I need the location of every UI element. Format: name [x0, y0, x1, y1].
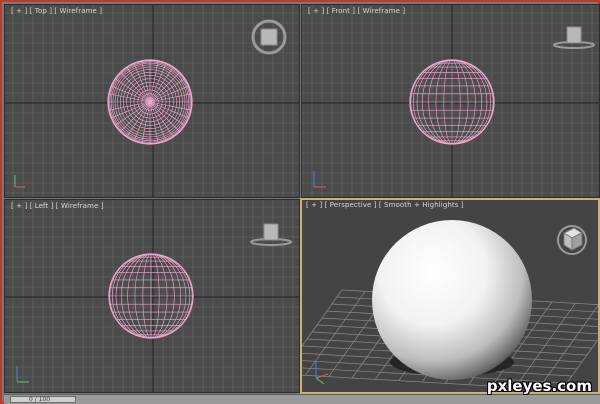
- viewcube-top[interactable]: [251, 19, 287, 55]
- axis-gizmo-icon: [313, 171, 326, 188]
- viewport-perspective[interactable]: [ + ] [ Perspective ] [ Smooth + Highlig…: [300, 198, 600, 394]
- sphere-wireframe-left[interactable]: [108, 253, 194, 339]
- viewport-grid: [302, 5, 599, 197]
- watermark-logo: pxleyes.com: [486, 377, 592, 395]
- axis-gizmo-icon: [14, 175, 25, 188]
- viewport-left[interactable]: [ + ] [ Left ] [ Wireframe ]: [4, 199, 300, 393]
- viewport-label-perspective[interactable]: [ + ] [ Perspective ] [ Smooth + Highlig…: [306, 201, 464, 209]
- viewport-label-front[interactable]: [ + ] [ Front ] [ Wireframe ]: [308, 7, 405, 15]
- time-slider[interactable]: 0 / 100: [10, 396, 76, 403]
- viewport-label-top[interactable]: [ + ] [ Top ] [ Wireframe ]: [11, 7, 102, 15]
- viewport-front[interactable]: [ + ] [ Front ] [ Wireframe ]: [301, 4, 600, 198]
- viewport-top[interactable]: [ + ] [ Top ] [ Wireframe ]: [4, 4, 300, 198]
- top-view-canvas[interactable]: [5, 5, 300, 198]
- left-view-canvas[interactable]: [5, 200, 300, 393]
- app-window: [ + ] [ Top ] [ Wireframe ] [ + ] [ Fron…: [0, 0, 600, 404]
- viewcube-front[interactable]: [553, 26, 595, 49]
- front-view-canvas[interactable]: [302, 5, 600, 198]
- viewport-label-left[interactable]: [ + ] [ Left ] [ Wireframe ]: [11, 202, 104, 210]
- viewport-grid: [5, 200, 299, 392]
- sphere-wireframe-front[interactable]: [409, 59, 495, 145]
- sphere-wireframe-top[interactable]: [107, 59, 193, 145]
- perspective-view-canvas[interactable]: [302, 200, 598, 392]
- sphere-shaded[interactable]: [372, 220, 532, 380]
- axis-gizmo-icon: [315, 362, 329, 385]
- frame-counter: 0 / 100: [29, 396, 51, 403]
- viewcube-perspective[interactable]: [557, 225, 587, 255]
